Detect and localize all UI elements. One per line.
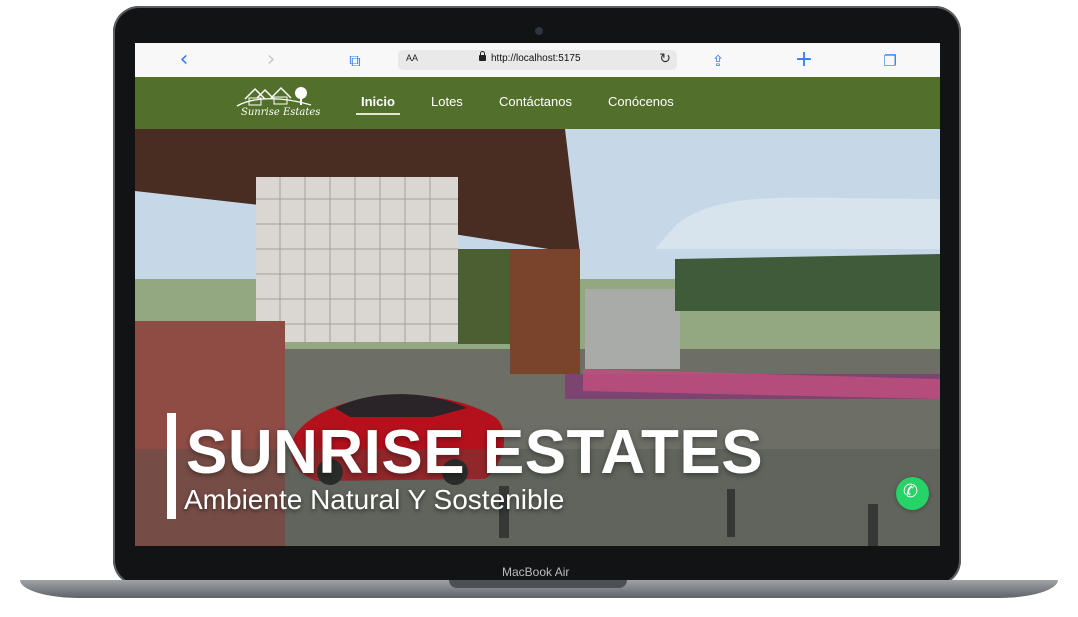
reload-icon[interactable]: ↻ — [659, 51, 671, 67]
whatsapp-button[interactable]: ✆ — [896, 477, 929, 510]
nav-contactanos[interactable]: Contáctanos — [499, 94, 572, 109]
laptop-notch — [449, 580, 627, 588]
nav-inicio[interactable]: Inicio — [361, 94, 395, 109]
active-nav-underline — [356, 113, 400, 115]
hero-accent-bar — [167, 413, 176, 519]
nav-conocenos[interactable]: Conócenos — [608, 94, 674, 109]
tabs-icon[interactable]: ❐ — [879, 50, 901, 72]
logo-text: Sunrise Estates — [241, 107, 321, 118]
book-icon[interactable]: ⧉ — [344, 50, 366, 72]
house-logo-icon[interactable] — [233, 79, 315, 125]
address-bar[interactable]: AA http://localhost:5175 ↻ — [398, 50, 677, 70]
lock-icon — [479, 51, 486, 61]
site-header: Sunrise Estates Inicio Lotes Contáctanos… — [135, 77, 940, 129]
hero-title: SUNRISE ESTATES — [186, 418, 764, 487]
back-icon[interactable]: ‹ — [173, 49, 195, 71]
hero-banner: SUNRISE ESTATES Ambiente Natural Y Soste… — [135, 129, 940, 546]
browser-screen: ‹ › ⧉ AA http://localhost:5175 ↻ ⇪ + ❐ S… — [135, 43, 940, 546]
whatsapp-icon: ✆ — [903, 481, 919, 502]
forward-icon[interactable]: › — [260, 49, 282, 71]
device-model-label: MacBook Air — [502, 565, 570, 579]
share-icon[interactable]: ⇪ — [707, 50, 729, 72]
browser-toolbar: ‹ › ⧉ AA http://localhost:5175 ↻ ⇪ + ❐ — [135, 43, 940, 78]
new-tab-icon[interactable]: + — [793, 49, 815, 71]
hero-subtitle: Ambiente Natural Y Sostenible — [184, 484, 565, 515]
url-text[interactable]: http://localhost:5175 — [491, 53, 581, 64]
text-size-button[interactable]: AA — [406, 53, 418, 63]
camera-icon — [535, 27, 543, 35]
nav-lotes[interactable]: Lotes — [431, 94, 463, 109]
